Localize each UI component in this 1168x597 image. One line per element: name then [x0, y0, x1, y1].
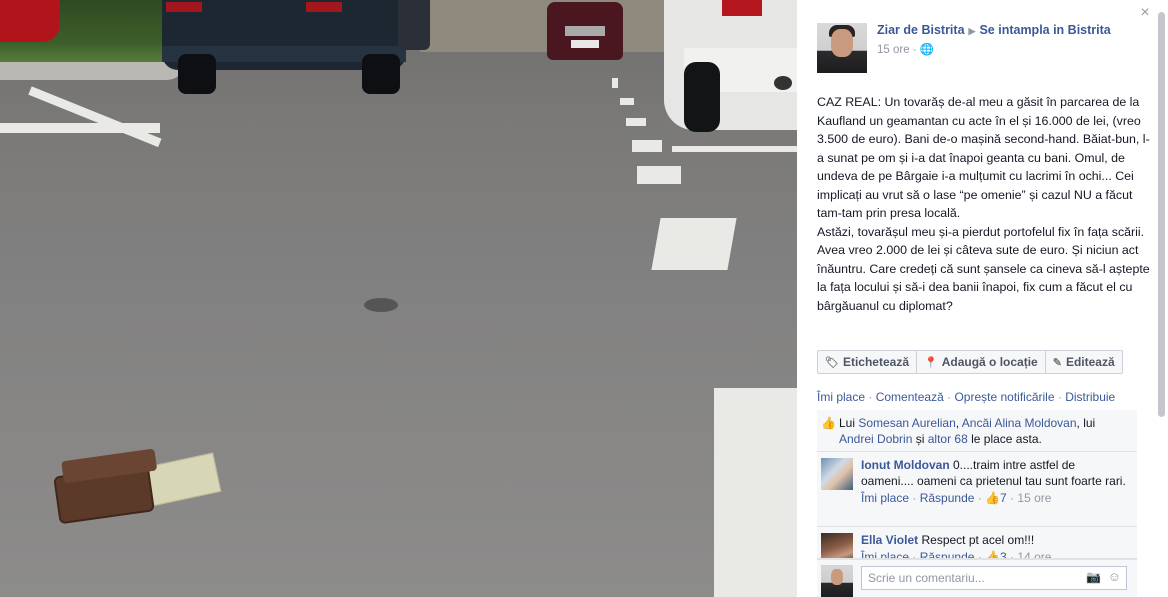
dark-car: [162, 0, 406, 94]
camera-icon[interactable]: 📷: [1086, 570, 1101, 584]
location-pin-icon: 📍: [924, 356, 938, 369]
close-button[interactable]: ×: [1136, 4, 1154, 22]
author-avatar[interactable]: [817, 23, 867, 73]
comment-likes-count[interactable]: 👍3: [985, 550, 1007, 559]
author-link[interactable]: Ziar de Bistrita: [877, 23, 965, 37]
comment-reply-link[interactable]: Răspunde: [920, 491, 975, 505]
post-title: Ziar de Bistrita ▶ Se intampla in Bistrita: [877, 23, 1111, 37]
white-car: [664, 0, 797, 132]
comments-section: 👍 Lui Somesan Aurelian, Ancăi Alina Mold…: [817, 410, 1137, 559]
parking-stripe: [632, 140, 662, 152]
red-car: [0, 0, 60, 42]
edit-button-label: Editează: [1065, 355, 1115, 369]
comment-item: Ella Violet Respect pt acel om!!! Îmi pl…: [817, 527, 1137, 559]
parking-stripe: [626, 118, 646, 126]
parking-stripe: [28, 86, 162, 148]
my-avatar: [821, 565, 853, 597]
thumbs-up-icon: 👍: [985, 491, 1001, 505]
post-header: Ziar de Bistrita ▶ Se intampla in Bistrita…: [817, 23, 1147, 75]
parking-stripe: [612, 78, 618, 88]
drain-cover: [364, 298, 398, 312]
parking-stripe: [651, 218, 737, 270]
liker-link[interactable]: Somesan Aurelian: [858, 416, 955, 430]
commenter-name[interactable]: Ella Violet: [861, 533, 918, 547]
likes-summary: 👍 Lui Somesan Aurelian, Ancăi Alina Mold…: [817, 410, 1137, 452]
comment-likes-count[interactable]: 👍7: [985, 491, 1007, 505]
comment-reply-link[interactable]: Răspunde: [920, 550, 975, 558]
commenter-avatar[interactable]: [821, 533, 853, 558]
comment-time[interactable]: 14 ore: [1017, 550, 1051, 558]
thumbs-up-icon: 👍: [821, 416, 836, 430]
comment-item: Ionut Moldovan 0....traim intre astfel d…: [817, 452, 1137, 527]
add-location-button[interactable]: 📍 Adaugă o locație: [916, 350, 1046, 374]
parking-stripe: [637, 166, 681, 184]
liker-link[interactable]: Andrei Dobrin: [839, 432, 912, 446]
wallet: [51, 448, 169, 525]
globe-icon[interactable]: 🌐: [920, 44, 934, 56]
parking-stripe: [714, 388, 797, 597]
tag-button-label: Etichetează: [842, 355, 909, 369]
like-link[interactable]: Îmi place: [817, 390, 865, 404]
share-link[interactable]: Distribuie: [1065, 390, 1115, 404]
group-link[interactable]: Se intampla in Bistrita: [979, 23, 1110, 37]
other-likers-link[interactable]: altor 68: [928, 432, 968, 446]
comment-like-link[interactable]: Îmi place: [861, 491, 909, 505]
comment-time[interactable]: 15 ore: [1017, 491, 1051, 505]
post-actions: Îmi place · Comentează · Oprește notific…: [817, 390, 1116, 404]
commenter-avatar[interactable]: [821, 458, 853, 490]
scrollbar[interactable]: [1158, 12, 1165, 417]
post-sidebar: Ziar de Bistrita ▶ Se intampla in Bistrita…: [797, 0, 1168, 597]
post-meta: 15 ore · 🌐: [877, 44, 935, 56]
parking-stripe: [672, 146, 797, 152]
add-location-label: Adaugă o locație: [941, 355, 1038, 369]
comment-text: Respect pt acel om!!!: [921, 533, 1035, 547]
pencil-icon: ✎: [1052, 356, 1062, 369]
parking-stripe: [620, 98, 634, 105]
edit-button[interactable]: ✎ Editează: [1044, 350, 1123, 374]
comment-composer: Scrie un comentariu... 📷 ☺: [817, 559, 1137, 597]
arrow-right-icon: ▶: [968, 26, 976, 36]
tag-button[interactable]: 🏷 Etichetează: [817, 350, 917, 374]
comment-footer: Îmi place · Răspunde · 👍3 · 14 ore: [861, 549, 1130, 559]
parking-stripe: [0, 123, 160, 133]
tag-icon: 🏷: [825, 356, 839, 369]
tag-toolbar: 🏷 Etichetează 📍 Adaugă o locație ✎ Edite…: [817, 350, 1123, 374]
far-car: [398, 0, 430, 50]
post-timestamp[interactable]: 15 ore: [877, 44, 910, 56]
curb: [0, 62, 185, 80]
photo-viewer[interactable]: [0, 0, 797, 597]
post-body: CAZ REAL: Un tovarăș de-al meu a găsit î…: [817, 95, 1150, 313]
emoji-icon[interactable]: ☺: [1108, 569, 1121, 584]
thumbs-up-icon: 👍: [985, 550, 1001, 559]
comment-footer: Îmi place · Răspunde · 👍7 · 15 ore: [861, 491, 1052, 505]
comment-like-link[interactable]: Îmi place: [861, 550, 909, 558]
commenter-name[interactable]: Ionut Moldovan: [861, 458, 950, 472]
stop-notifications-link[interactable]: Oprește notificările: [954, 390, 1054, 404]
liker-link[interactable]: Ancăi Alina Moldovan: [962, 416, 1077, 430]
maroon-car: [547, 2, 623, 60]
comment-link[interactable]: Comentează: [876, 390, 944, 404]
